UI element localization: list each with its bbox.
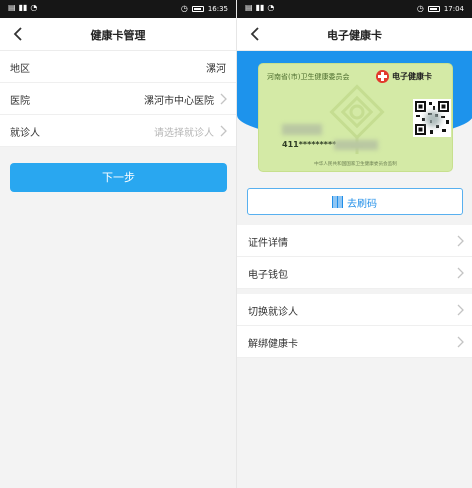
card-id-redacted — [334, 140, 378, 150]
region-label: 地区 — [10, 64, 30, 75]
hospital-label: 医院 — [10, 96, 30, 107]
e-wallet-row[interactable]: 电子钱包 — [237, 257, 472, 289]
signal-icon: ▮▮ — [18, 3, 28, 12]
switch-patient-row[interactable]: 切换就诊人 — [237, 294, 472, 326]
card-footer: 中华人民共和国国家卫生健康委员会监制 — [314, 162, 397, 167]
red-cross-icon — [376, 70, 389, 83]
unbind-card-row[interactable]: 解绑健康卡 — [237, 326, 472, 358]
chevron-right-icon — [457, 336, 464, 348]
status-bar: ▤ ▮▮ ◔ ◷ 16:35 — [0, 0, 236, 18]
nav-bar: 健康卡管理 — [0, 18, 236, 51]
cardholder-name-redacted — [282, 124, 322, 135]
nav-bar: 电子健康卡 — [237, 18, 472, 51]
background-area — [0, 148, 236, 488]
battery-icon — [427, 6, 440, 12]
chevron-right-icon — [220, 93, 227, 105]
qr-redacted — [425, 111, 441, 127]
patient-row[interactable]: 就诊人 请选择就诊人 — [0, 115, 236, 147]
wifi-icon: ◔ — [30, 3, 38, 12]
card-issuer: 河南省(市)卫生健康委员会 — [267, 73, 350, 81]
page-title: 电子健康卡 — [327, 29, 382, 42]
patient-placeholder: 请选择就诊人 — [154, 128, 214, 139]
card-id-number: 411********* — [282, 140, 337, 149]
status-time: 16:35 — [207, 5, 228, 13]
alarm-icon: ◷ — [416, 4, 424, 13]
electronic-health-card-screen: ▤ ▮▮ ◔ ◷ 17:04 电子健康卡 河南省(市)卫生健康委员会 电子健康卡 — [236, 0, 472, 488]
chevron-right-icon — [220, 125, 227, 137]
certificate-details-row[interactable]: 证件详情 — [237, 225, 472, 257]
page-title: 健康卡管理 — [90, 29, 146, 42]
next-step-button[interactable]: 下一步 — [10, 163, 227, 192]
wifi-icon: ◔ — [267, 3, 275, 12]
hospital-value: 漯河市中心医院 — [144, 96, 214, 107]
status-bar: ▤ ▮▮ ◔ ◷ 17:04 — [237, 0, 472, 18]
certificate-details-label: 证件详情 — [248, 238, 288, 249]
barcode-icon — [332, 196, 343, 208]
battery-icon — [191, 6, 204, 12]
show-code-label: 去刷码 — [347, 199, 377, 210]
chevron-right-icon — [457, 267, 464, 279]
health-card[interactable]: 河南省(市)卫生健康委员会 电子健康卡 411********* 中华人民共和国… — [258, 63, 453, 172]
chevron-right-icon — [457, 235, 464, 247]
hospital-row[interactable]: 医院 漯河市中心医院 — [0, 83, 236, 115]
patient-label: 就诊人 — [10, 128, 40, 139]
switch-patient-label: 切换就诊人 — [248, 307, 298, 318]
e-wallet-label: 电子钱包 — [248, 270, 288, 281]
chevron-right-icon — [457, 304, 464, 316]
unbind-card-label: 解绑健康卡 — [248, 339, 298, 350]
status-time: 17:04 — [443, 5, 464, 13]
message-icon: ▤ — [8, 3, 16, 12]
card-logo-text: 电子健康卡 — [392, 72, 432, 81]
show-code-button[interactable]: 去刷码 — [247, 188, 463, 215]
region-value: 漯河 — [206, 64, 226, 75]
signal-icon: ▮▮ — [255, 3, 265, 12]
alarm-icon: ◷ — [180, 4, 188, 13]
card-logo: 电子健康卡 — [376, 70, 432, 83]
region-row[interactable]: 地区 漯河 — [0, 51, 236, 83]
message-icon: ▤ — [245, 3, 253, 12]
health-card-management-screen: ▤ ▮▮ ◔ ◷ 16:35 健康卡管理 地区 漯河 医院 漯河市中心医院 就诊… — [0, 0, 236, 488]
